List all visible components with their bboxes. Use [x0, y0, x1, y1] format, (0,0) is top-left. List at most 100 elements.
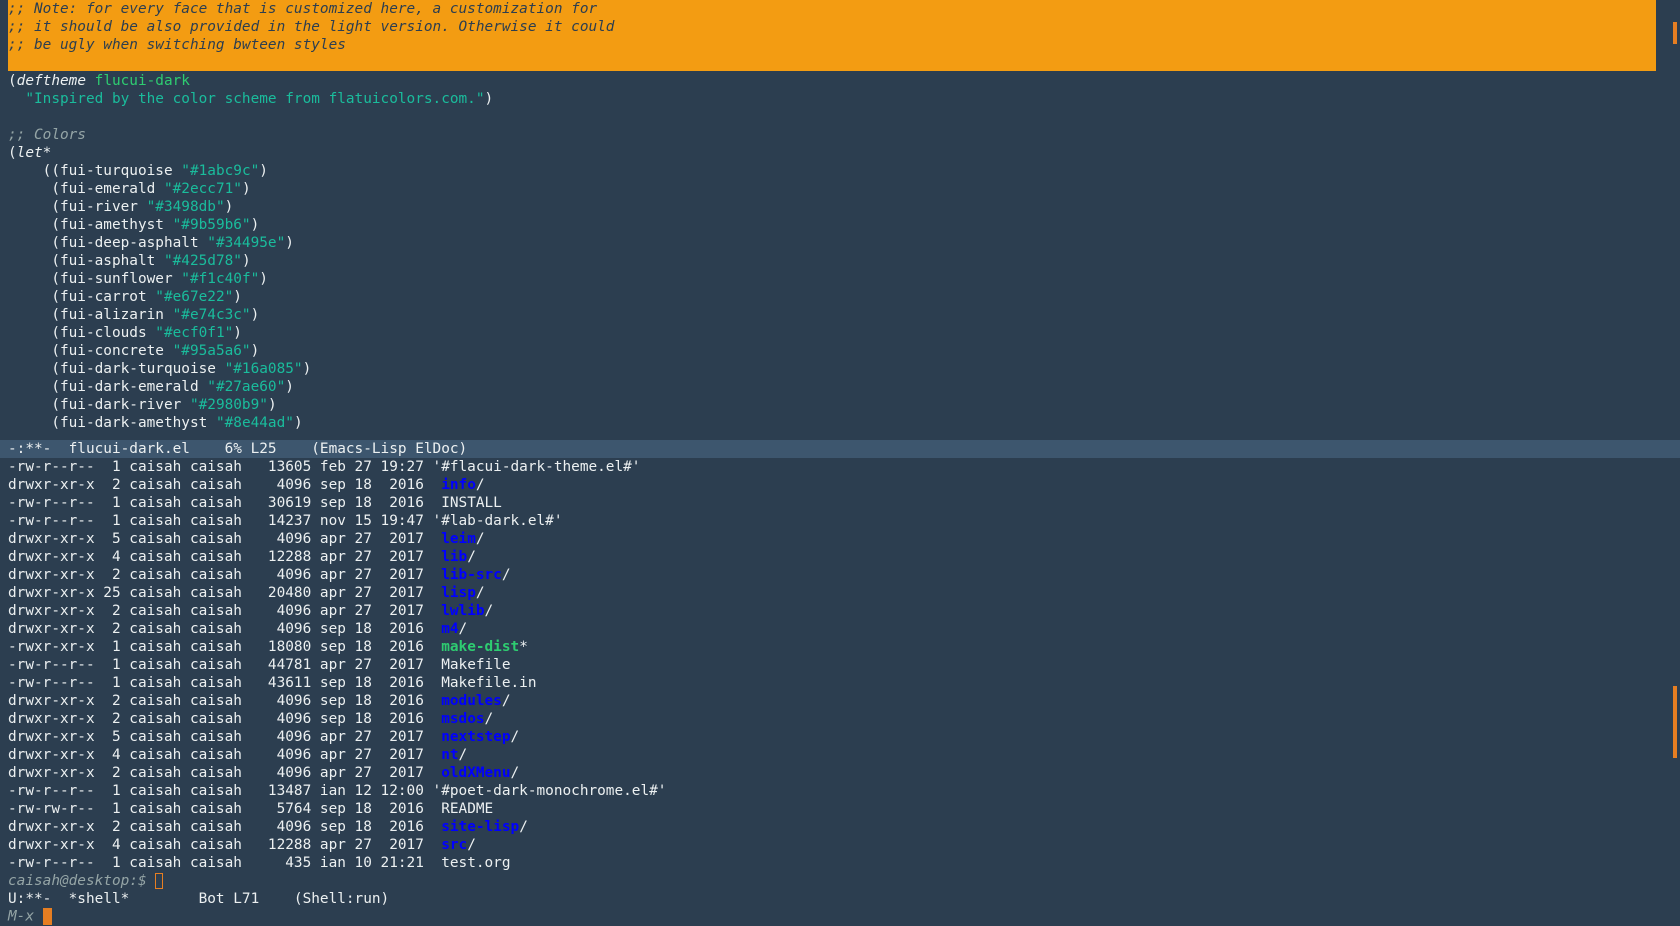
- file-meta: drwxr-xr-x 2 caisah caisah 4096 apr 27 2…: [8, 567, 442, 583]
- file-suffix: /: [458, 747, 468, 763]
- file-meta: drwxr-xr-x 5 caisah caisah 4096 apr 27 2…: [8, 729, 442, 745]
- file-suffix: /: [519, 819, 528, 835]
- scrollbar-thumb[interactable]: [1673, 22, 1677, 44]
- color-definition-line: (fui-dark-river "#2980b9"): [8, 397, 277, 413]
- scrollbar-thumb[interactable]: [1673, 686, 1677, 758]
- file-suffix: /: [467, 549, 476, 565]
- file-meta: drwxr-xr-x 2 caisah caisah 4096 sep 18 2…: [8, 819, 442, 835]
- color-definition-line: (fui-sunflower "#f1c40f"): [8, 271, 268, 287]
- color-name: fui-amethyst: [59, 217, 164, 233]
- color-name: fui-deep-asphalt: [59, 235, 199, 251]
- file-meta: -rw-rw-r-- 1 caisah caisah 5764 sep 18 2…: [8, 801, 442, 817]
- color-name: fui-clouds: [59, 325, 147, 341]
- minibuffer-prompt: M-x: [8, 908, 43, 925]
- comment-line: ;; it should be also provided in the lig…: [8, 19, 615, 35]
- directory-name: info: [441, 477, 476, 493]
- color-definition-line: (fui-emerald "#2ecc71"): [8, 181, 251, 197]
- color-name: fui-dark-emerald: [59, 379, 199, 395]
- shell-prompt-line[interactable]: caisah@desktop:$: [0, 872, 1664, 890]
- listing-row: drwxr-xr-x 2 caisah caisah 4096 apr 27 2…: [0, 602, 1664, 620]
- file-meta: drwxr-xr-x 2 caisah caisah 4096 apr 27 2…: [8, 765, 442, 781]
- color-value: "#16a085": [224, 361, 303, 377]
- listing-row: drwxr-xr-x 2 caisah caisah 4096 apr 27 2…: [0, 764, 1664, 782]
- color-definition-line: (fui-concrete "#95a5a6"): [8, 343, 260, 359]
- file-suffix: /: [475, 585, 485, 601]
- file-suffix: *: [519, 639, 528, 655]
- file-meta: -rw-r--r-- 1 caisah caisah 43611 sep 18 …: [8, 675, 442, 691]
- file-name: '#lab-dark.el#': [432, 513, 563, 529]
- directory-name: msdos: [441, 711, 485, 727]
- minibuffer[interactable]: M-x: [0, 908, 1680, 925]
- comment-line: ;; Note: for every face that is customiz…: [8, 1, 598, 17]
- file-suffix: /: [501, 693, 511, 709]
- color-value: "#34495e": [207, 235, 286, 251]
- file-suffix: /: [484, 711, 494, 727]
- shell-window[interactable]: -rw-r--r-- 1 caisah caisah 13605 feb 27 …: [0, 458, 1664, 890]
- color-name: fui-carrot: [59, 289, 147, 305]
- directory-name: nt: [441, 747, 459, 763]
- highlighted-comment-block: ;; Note: for every face that is customiz…: [8, 0, 1656, 71]
- color-definition-line: (fui-amethyst "#9b59b6"): [8, 217, 260, 233]
- file-name: '#poet-dark-monochrome.el#': [432, 783, 667, 799]
- color-name: fui-asphalt: [59, 253, 156, 269]
- color-value: "#1abc9c": [181, 163, 260, 179]
- color-value: "#8e44ad": [215, 415, 294, 431]
- shell-scrollbar[interactable]: [1664, 458, 1680, 890]
- listing-row: -rw-r--r-- 1 caisah caisah 14237 nov 15 …: [0, 512, 1664, 530]
- listing-row: drwxr-xr-x 5 caisah caisah 4096 apr 27 2…: [0, 728, 1664, 746]
- listing-row: -rwxr-xr-x 1 caisah caisah 18080 sep 18 …: [0, 638, 1664, 656]
- color-value: "#ecf0f1": [155, 325, 234, 341]
- file-suffix: /: [484, 603, 494, 619]
- file-meta: drwxr-xr-x 2 caisah caisah 4096 sep 18 2…: [8, 711, 442, 727]
- file-suffix: /: [510, 765, 520, 781]
- color-name: fui-alizarin: [59, 307, 164, 323]
- file-meta: -rw-r--r-- 1 caisah caisah 13487 ian 12 …: [8, 783, 433, 799]
- color-definitions: ((fui-turquoise "#1abc9c") (fui-emerald …: [0, 162, 1664, 432]
- file-meta: drwxr-xr-x 4 caisah caisah 12288 apr 27 …: [8, 837, 442, 853]
- directory-name: oldXMenu: [441, 765, 511, 781]
- listing-row: drwxr-xr-x 2 caisah caisah 4096 apr 27 2…: [0, 566, 1664, 584]
- file-meta: -rw-r--r-- 1 caisah caisah 13605 feb 27 …: [8, 459, 433, 475]
- color-value: "#2ecc71": [163, 181, 242, 197]
- text-cursor: [155, 873, 164, 889]
- shell-prompt: caisah@desktop:$: [8, 873, 156, 889]
- color-definition-line: (fui-dark-turquoise "#16a085"): [8, 361, 312, 377]
- color-definition-line: (fui-alizarin "#e74c3c"): [8, 307, 260, 323]
- color-value: "#425d78": [163, 253, 242, 269]
- color-name: fui-dark-amethyst: [59, 415, 208, 431]
- file-meta: drwxr-xr-x 2 caisah caisah 4096 sep 18 2…: [8, 477, 442, 493]
- listing-row: drwxr-xr-x 4 caisah caisah 4096 apr 27 2…: [0, 746, 1664, 764]
- color-name: fui-sunflower: [59, 271, 173, 287]
- file-meta: drwxr-xr-x 4 caisah caisah 4096 apr 27 2…: [8, 747, 442, 763]
- code-scrollbar[interactable]: [1664, 0, 1680, 440]
- color-definition-line: (fui-dark-emerald "#27ae60"): [8, 379, 294, 395]
- file-suffix: /: [510, 729, 520, 745]
- color-name: fui-emerald: [59, 181, 156, 197]
- let-line: (let*: [8, 145, 52, 161]
- file-name: make-dist: [441, 639, 520, 655]
- file-meta: drwxr-xr-x 2 caisah caisah 4096 sep 18 2…: [8, 621, 442, 637]
- file-meta: -rw-r--r-- 1 caisah caisah 435 ian 10 21…: [8, 855, 442, 871]
- color-name: fui-turquoise: [59, 163, 173, 179]
- file-meta: -rwxr-xr-x 1 caisah caisah 18080 sep 18 …: [8, 639, 442, 655]
- listing-row: drwxr-xr-x 2 caisah caisah 4096 sep 18 2…: [0, 692, 1664, 710]
- listing-row: -rw-r--r-- 1 caisah caisah 30619 sep 18 …: [0, 494, 1664, 512]
- listing-row: drwxr-xr-x 4 caisah caisah 12288 apr 27 …: [0, 836, 1664, 854]
- file-suffix: /: [501, 567, 511, 583]
- color-value: "#f1c40f": [181, 271, 260, 287]
- color-value: "#3498db": [146, 199, 225, 215]
- color-definition-line: (fui-dark-amethyst "#8e44ad"): [8, 415, 303, 431]
- code-editor-window[interactable]: ;; Note: for every face that is customiz…: [0, 0, 1664, 440]
- modeline-code: -:**- flucui-dark.el 6% L25 (Emacs-Lisp …: [0, 440, 1680, 458]
- file-meta: drwxr-xr-x 5 caisah caisah 4096 apr 27 2…: [8, 531, 442, 547]
- listing-row: drwxr-xr-x 4 caisah caisah 12288 apr 27 …: [0, 548, 1664, 566]
- file-meta: -rw-r--r-- 1 caisah caisah 30619 sep 18 …: [8, 495, 442, 511]
- file-meta: -rw-r--r-- 1 caisah caisah 14237 nov 15 …: [8, 513, 433, 529]
- directory-name: lib: [441, 549, 468, 565]
- directory-name: lib-src: [441, 567, 502, 583]
- listing-row: -rw-r--r-- 1 caisah caisah 13605 feb 27 …: [0, 458, 1664, 476]
- file-name: test.org: [441, 855, 511, 871]
- file-name: README: [441, 801, 494, 817]
- listing-row: drwxr-xr-x 5 caisah caisah 4096 apr 27 2…: [0, 530, 1664, 548]
- color-value: "#2980b9": [189, 397, 268, 413]
